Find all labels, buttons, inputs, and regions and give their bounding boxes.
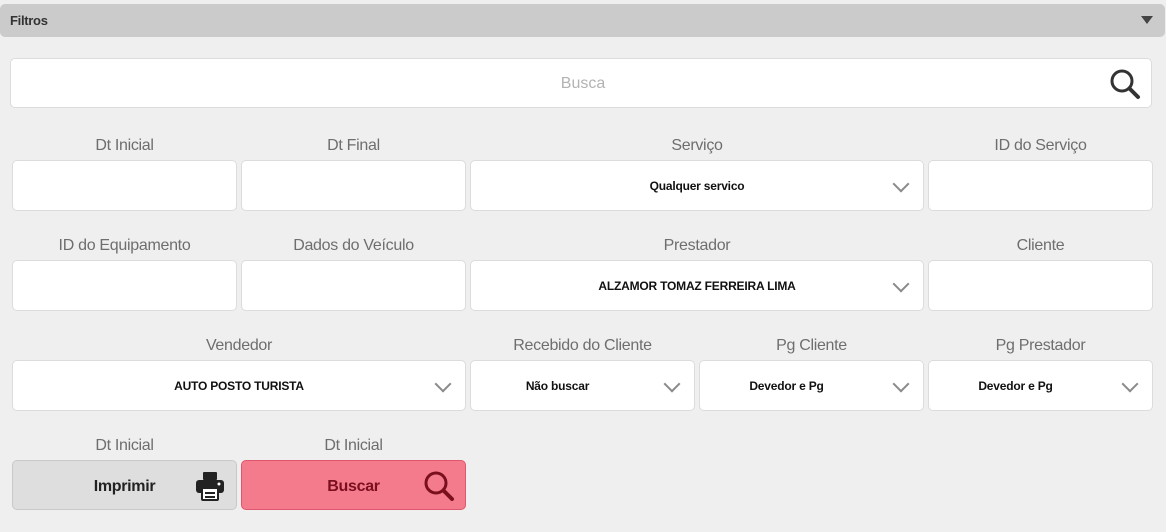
prestador-label: Prestador [663,237,731,254]
pg-prestador-label: Pg Prestador [995,337,1086,354]
filters-header[interactable]: Filtros [0,4,1165,37]
prestador-select[interactable]: ALZAMOR TOMAZ FERREIRA LIMA [470,260,924,311]
id-servico-label: ID do Serviço [994,137,1087,154]
id-equipamento-field[interactable] [12,260,237,311]
id-equipamento-label: ID do Equipamento [58,237,191,254]
dt-inicial-field[interactable] [12,160,237,211]
dados-veiculo-label: Dados do Veículo [293,237,414,254]
search-box[interactable] [10,58,1155,109]
filters-title: Filtros [10,13,48,28]
servico-select[interactable]: Qualquer servico [470,160,924,211]
pg-prestador-select[interactable]: Devedor e Pg [928,360,1153,411]
prestador-selected-value: ALZAMOR TOMAZ FERREIRA LIMA [598,279,796,293]
recebido-cliente-selected-value: Não buscar [525,379,590,393]
pg-prestador-selected-value: Devedor e Pg [978,379,1053,393]
search-top-label: Dt Inicial [324,437,383,454]
search-icon[interactable] [1109,68,1141,100]
search-button[interactable]: Buscar [241,460,466,510]
cliente-label: Cliente [1016,237,1065,254]
printer-icon [196,472,224,501]
print-button[interactable]: Imprimir [12,460,237,510]
chevron-down-icon [1121,375,1139,393]
id-servico-field[interactable] [928,160,1153,211]
chevron-down-icon [892,375,910,393]
pg-cliente-label: Pg Cliente [776,337,847,354]
vendedor-select[interactable]: AUTO POSTO TURISTA [12,360,466,411]
pg-cliente-select[interactable]: Devedor e Pg [699,360,924,411]
print-top-label: Dt Inicial [95,437,154,454]
servico-selected-value: Qualquer servico [649,179,745,193]
dados-veiculo-field[interactable] [241,260,466,311]
dt-final-label: Dt Final [327,137,380,154]
cliente-field[interactable] [928,260,1153,311]
search-input[interactable] [11,59,1155,109]
vendedor-label: Vendedor [205,337,273,354]
servico-label: Serviço [671,137,723,154]
chevron-down-icon [663,375,681,393]
dt-inicial-label: Dt Inicial [95,137,154,154]
dt-final-field[interactable] [241,160,466,211]
caret-down-icon[interactable] [1141,16,1153,24]
pg-cliente-selected-value: Devedor e Pg [749,379,824,393]
recebido-cliente-select[interactable]: Não buscar [470,360,695,411]
recebido-cliente-label: Recebido do Cliente [513,337,652,354]
search-icon [424,471,454,501]
vendedor-selected-value: AUTO POSTO TURISTA [174,379,304,393]
